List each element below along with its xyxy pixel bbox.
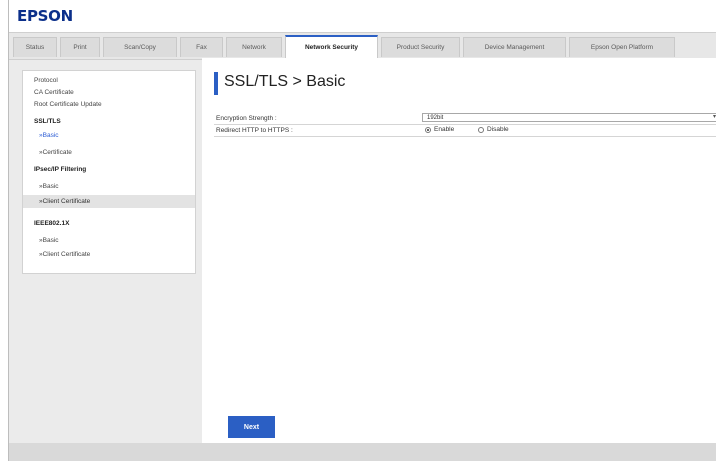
sidebar-item-protocol[interactable]: Protocol xyxy=(23,75,195,87)
tab-network-security[interactable]: Network Security xyxy=(285,35,378,58)
redirect-https-label: Redirect HTTP to HTTPS : xyxy=(216,127,293,134)
redirect-https-row: Redirect HTTP to HTTPS : Enable Disable xyxy=(214,125,716,137)
browser-frame: EPSON Status Print Scan/Copy Fax Network… xyxy=(8,0,716,461)
tab-print[interactable]: Print xyxy=(60,37,100,57)
redirect-disable-option[interactable]: Disable xyxy=(478,126,509,133)
encryption-strength-select[interactable]: 192bit ▾ xyxy=(422,113,716,122)
sidebar-item-ssl-basic[interactable]: »Basic xyxy=(23,130,195,142)
tab-product-security[interactable]: Product Security xyxy=(381,37,460,57)
sidebar-item-root-certificate-update[interactable]: Root Certificate Update xyxy=(23,99,195,111)
redirect-enable-option[interactable]: Enable xyxy=(425,126,454,133)
encryption-strength-row: Encryption Strength : 192bit ▾ xyxy=(214,113,716,125)
sidebar-nav: Protocol CA Certificate Root Certificate… xyxy=(22,70,196,274)
redirect-disable-label: Disable xyxy=(487,126,509,133)
encryption-strength-label: Encryption Strength : xyxy=(216,115,277,122)
footer-bar xyxy=(9,443,716,461)
sidebar-item-ipsec-client-certificate[interactable]: »Client Certificate xyxy=(23,195,195,208)
page-title: SSL/TLS > Basic xyxy=(224,73,346,90)
header: EPSON xyxy=(9,0,716,32)
title-accent-bar xyxy=(214,72,218,95)
tab-fax[interactable]: Fax xyxy=(180,37,223,57)
sidebar-item-ssl-certificate[interactable]: »Certificate xyxy=(23,147,195,159)
encryption-strength-value: 192bit xyxy=(427,115,444,121)
epson-logo: EPSON xyxy=(17,7,73,25)
main-tab-bar: Status Print Scan/Copy Fax Network Netwo… xyxy=(9,32,716,60)
sidebar-heading-ieee8021x[interactable]: IEEE802.1X xyxy=(23,218,195,230)
sidebar-item-ieee-client-certificate[interactable]: »Client Certificate xyxy=(23,249,195,261)
sidebar-item-ieee-basic[interactable]: »Basic xyxy=(23,235,195,247)
tab-network[interactable]: Network xyxy=(226,37,282,57)
radio-unselected-icon[interactable] xyxy=(478,126,484,133)
sidebar-heading-ipsec-ip-filtering[interactable]: IPsec/IP Filtering xyxy=(23,164,195,176)
sidebar-item-ipsec-basic[interactable]: »Basic xyxy=(23,181,195,193)
tab-status[interactable]: Status xyxy=(13,37,57,57)
redirect-enable-label: Enable xyxy=(434,126,455,133)
tab-epson-open-platform[interactable]: Epson Open Platform xyxy=(569,37,675,57)
sidebar-item-ca-certificate[interactable]: CA Certificate xyxy=(23,87,195,99)
tab-scan-copy[interactable]: Scan/Copy xyxy=(103,37,177,57)
main-content: SSL/TLS > Basic Encryption Strength : 19… xyxy=(202,58,716,443)
sidebar-heading-ssl-tls[interactable]: SSL/TLS xyxy=(23,116,195,128)
tab-device-management[interactable]: Device Management xyxy=(463,37,566,57)
radio-selected-icon[interactable] xyxy=(425,126,431,133)
next-button[interactable]: Next xyxy=(228,416,275,438)
